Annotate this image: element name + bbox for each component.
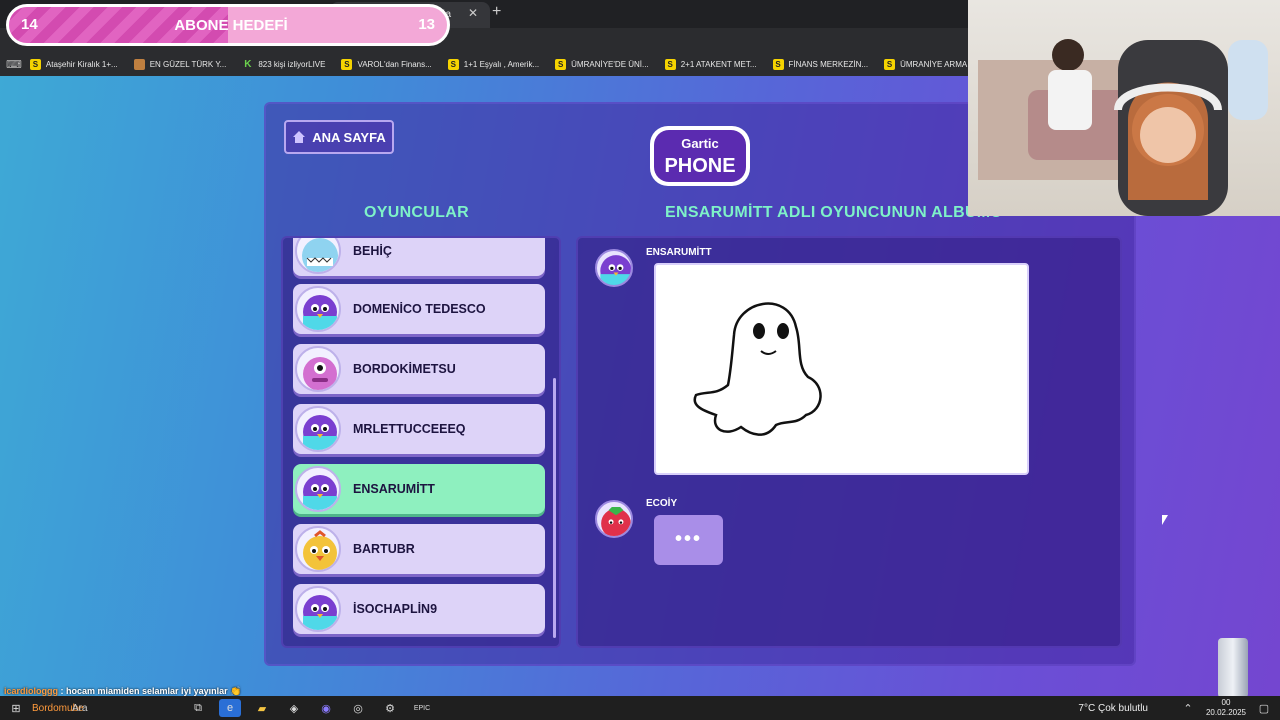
bookmark-item[interactable]: S 2+1 ATAKENT MET... [657, 58, 765, 70]
edge-icon[interactable]: e [219, 699, 241, 717]
chat-username-2: Bordomube [32, 702, 84, 714]
close-tab-icon[interactable]: ✕ [468, 6, 478, 20]
discord-icon[interactable]: ◉ [315, 699, 337, 717]
steam-icon[interactable]: ⚙ [379, 699, 401, 717]
epic-games-icon[interactable]: EPIC [411, 699, 433, 717]
strawberry-avatar [595, 500, 633, 538]
chat-username: icardiologgg [4, 686, 58, 696]
album-header: ENSARUMİTT ADLI OYUNCUNUN ALBÜMÜ [665, 204, 1003, 221]
player-name: BEHİÇ [353, 244, 392, 258]
bookmark-label: ÜMRANİYE'DE ÜNİ... [571, 59, 649, 69]
players-list: BEHİÇ DOMENİCO TEDESCO BORDOKİMETSU MRLE… [281, 236, 561, 648]
ghost-drawing [654, 263, 1029, 475]
bookmark-label: EN GÜZEL TÜRK Y... [149, 59, 227, 69]
gartic-phone-logo: Gartic PHONE [640, 120, 760, 192]
purple-bird-avatar [595, 249, 633, 287]
weather-status[interactable]: 7°C Çok bulutlu [1078, 703, 1148, 714]
purple-bird-avatar [295, 586, 341, 632]
app-icon[interactable]: ◈ [283, 699, 305, 717]
logo-main-text: PHONE [664, 155, 735, 177]
ghost-icon [693, 302, 822, 436]
player-row[interactable]: BORDOKİMETSU [293, 344, 545, 394]
purple-bird-avatar [295, 406, 341, 452]
player-name: İSOCHAPLİN9 [353, 602, 438, 616]
bookmark-k-icon: K [244, 58, 252, 70]
bookmark-s-icon: S [884, 58, 896, 70]
bookmark-label: 2+1 ATAKENT MET... [680, 59, 757, 69]
bookmarks-menu-icon[interactable]: ⌨ [6, 58, 22, 71]
player-row[interactable]: BARTUBR [293, 524, 545, 574]
bookmark-s-icon: S [341, 58, 353, 70]
players-header: OYUNCULAR [364, 204, 469, 221]
blue-monster-avatar [295, 238, 341, 274]
bookmark-label: FİNANS MERKEZİN... [788, 59, 869, 69]
bookmark-item[interactable]: K 823 kişi izliyorLIVE [234, 59, 333, 70]
bookmark-item[interactable]: S FİNANS MERKEZİN... [765, 58, 877, 70]
notification-icon[interactable]: ▢ [1253, 699, 1275, 717]
goal-title: ABONE HEDEFİ [174, 17, 288, 34]
clock[interactable]: 00 20.02.2025 [1204, 698, 1248, 718]
album-entry-username: ECOİY [646, 498, 678, 509]
bookmark-flag-icon [133, 58, 145, 70]
yellow-chick-avatar [295, 526, 341, 572]
webcam-feed [968, 0, 1280, 216]
player-row[interactable]: MRLETTUCCEEEQ [293, 404, 545, 454]
player-row[interactable]: İSOCHAPLİN9 [293, 584, 545, 634]
taskbar-search[interactable]: Ara [72, 703, 182, 714]
players-scrollbar[interactable] [553, 378, 556, 638]
player-name: BORDOKİMETSU [353, 362, 456, 376]
bookmark-item[interactable]: S VAROL'dan Finans... [333, 58, 439, 70]
bookmarks-bar: ⌨ S Ataşehir Kiralık 1+... EN GÜZEL TÜRK … [0, 52, 974, 76]
bookmark-label: ÜMRANİYE ARMA... [900, 59, 974, 69]
album-entry-username: ENSARUMİTT [646, 247, 712, 258]
bookmark-s-icon: S [29, 58, 41, 70]
bookmark-item[interactable]: S ÜMRANİYE'DE ÜNİ... [547, 58, 657, 70]
obs-icon[interactable]: ◎ [347, 699, 369, 717]
typing-indicator: ••• [654, 515, 723, 565]
bookmark-label: 1+1 Eşyalı , Amerik... [463, 59, 540, 69]
bookmark-s-icon: S [447, 58, 459, 70]
goal-target: 13 [418, 16, 435, 33]
bookmark-s-icon: S [555, 58, 567, 70]
bookmark-item[interactable]: S 1+1 Eşyalı , Amerik... [440, 58, 547, 70]
task-view-icon[interactable]: ⧉ [187, 699, 209, 717]
player-row[interactable]: BEHİÇ [293, 238, 545, 276]
taskbar: ⊞ Bordomube Ara ⧉ e ▰ ◈ ◉ ◎ ⚙ EPIC 7°C Ç… [0, 696, 1280, 720]
bookmark-item[interactable]: S Ataşehir Kiralık 1+... [22, 58, 126, 70]
bookmark-label: VAROL'dan Finans... [357, 59, 432, 69]
home-label: ANA SAYFA [312, 129, 386, 145]
clock-date: 20.02.2025 [1205, 708, 1247, 717]
player-name: MRLETTUCCEEEQ [353, 422, 466, 436]
pink-cyclops-avatar [295, 346, 341, 392]
player-row-active[interactable]: ENSARUMİTT [293, 464, 545, 514]
purple-bird-avatar [295, 466, 341, 512]
purple-bird-avatar [295, 286, 341, 332]
bookmark-s-icon: S [772, 58, 784, 70]
player-row[interactable]: DOMENİCO TEDESCO [293, 284, 545, 334]
home-icon [293, 131, 306, 143]
energy-drink-can [1218, 638, 1248, 698]
bookmark-label: Ataşehir Kiralık 1+... [45, 59, 118, 69]
home-button[interactable]: ANA SAYFA [284, 120, 394, 154]
tray-icons[interactable]: ⌃ [1177, 699, 1199, 717]
player-name: DOMENİCO TEDESCO [353, 302, 486, 316]
new-tab-icon[interactable]: + [492, 3, 501, 21]
bookmark-item[interactable]: EN GÜZEL TÜRK Y... [126, 58, 235, 70]
player-name: ENSARUMİTT [353, 482, 435, 496]
clock-time: 00 [1221, 698, 1231, 707]
bookmark-s-icon: S [664, 58, 676, 70]
folder-icon[interactable]: ▰ [251, 699, 273, 717]
subscriber-goal-bar: 14 ABONE HEDEFİ 13 [6, 4, 450, 46]
screen: ğa ✕ + ⌨ SAtaşehir Kiralık 1+... EN GÜZE… [0, 0, 1280, 720]
bookmark-item[interactable]: S ÜMRANİYE ARMA... [876, 58, 982, 70]
player-name: BARTUBR [353, 542, 415, 556]
mouse-cursor-icon [1162, 515, 1168, 525]
bookmark-label: 823 kişi izliyorLIVE [258, 59, 326, 69]
logo-top-text: Gartic [681, 136, 719, 151]
chat-text: : hocam miamiden selamlar iyi yayınlar 👏 [60, 686, 242, 696]
windows-start-icon[interactable]: ⊞ [5, 699, 27, 717]
